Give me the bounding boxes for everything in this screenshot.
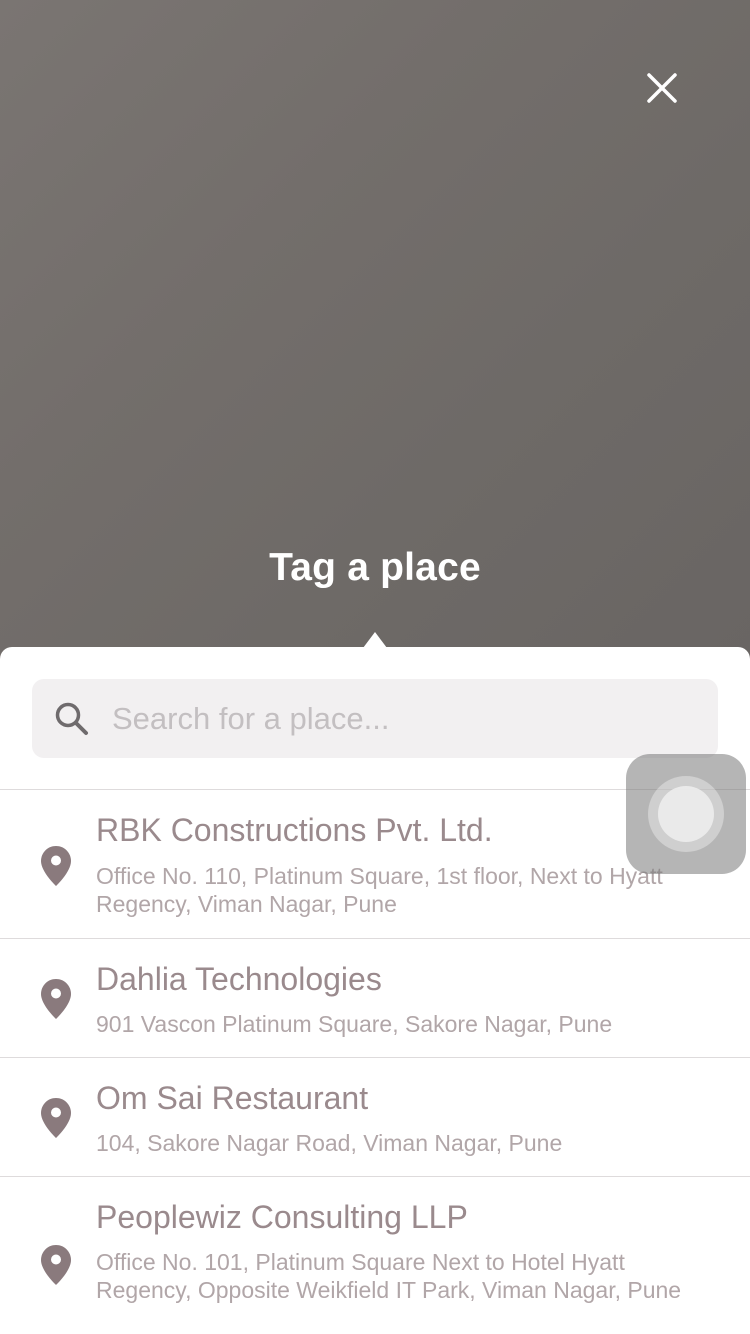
place-list: RBK Constructions Pvt. Ltd. Office No. 1…: [0, 790, 750, 1334]
place-picker-sheet: RBK Constructions Pvt. Ltd. Office No. 1…: [0, 647, 750, 1334]
map-pin-icon: [38, 1096, 74, 1140]
assistive-touch-dot: [658, 786, 714, 842]
search-bar[interactable]: [32, 679, 718, 758]
close-icon: [647, 73, 677, 103]
assistive-touch-button[interactable]: [626, 754, 746, 874]
page-title: Tag a place: [269, 546, 481, 589]
list-item[interactable]: Peoplewiz Consulting LLP Office No. 101,…: [0, 1177, 750, 1334]
place-name: Peoplewiz Consulting LLP: [96, 1199, 468, 1235]
sheet-pointer-arrow: [363, 632, 387, 648]
map-pin-icon: [38, 1243, 74, 1287]
place-name: Om Sai Restaurant: [96, 1080, 369, 1116]
place-name: Dahlia Technologies: [96, 961, 382, 997]
search-input[interactable]: [112, 679, 692, 758]
tag-place-screen: Tag a place RBK Constructions Pvt. Ltd. …: [0, 0, 750, 1334]
list-item[interactable]: Om Sai Restaurant 104, Sakore Nagar Road…: [0, 1058, 750, 1177]
close-button[interactable]: [636, 62, 688, 114]
map-pin-icon: [38, 977, 74, 1021]
list-item[interactable]: Dahlia Technologies 901 Vascon Platinum …: [0, 939, 750, 1058]
search-icon: [52, 699, 92, 739]
place-address: Office No. 101, Platinum Square Next to …: [96, 1249, 682, 1303]
map-pin-icon: [38, 844, 74, 888]
place-address: Office No. 110, Platinum Square, 1st flo…: [96, 863, 663, 917]
place-name: RBK Constructions Pvt. Ltd.: [96, 812, 493, 848]
place-address: 901 Vascon Platinum Square, Sakore Nagar…: [96, 1011, 613, 1037]
place-address: 104, Sakore Nagar Road, Viman Nagar, Pun…: [96, 1130, 563, 1156]
